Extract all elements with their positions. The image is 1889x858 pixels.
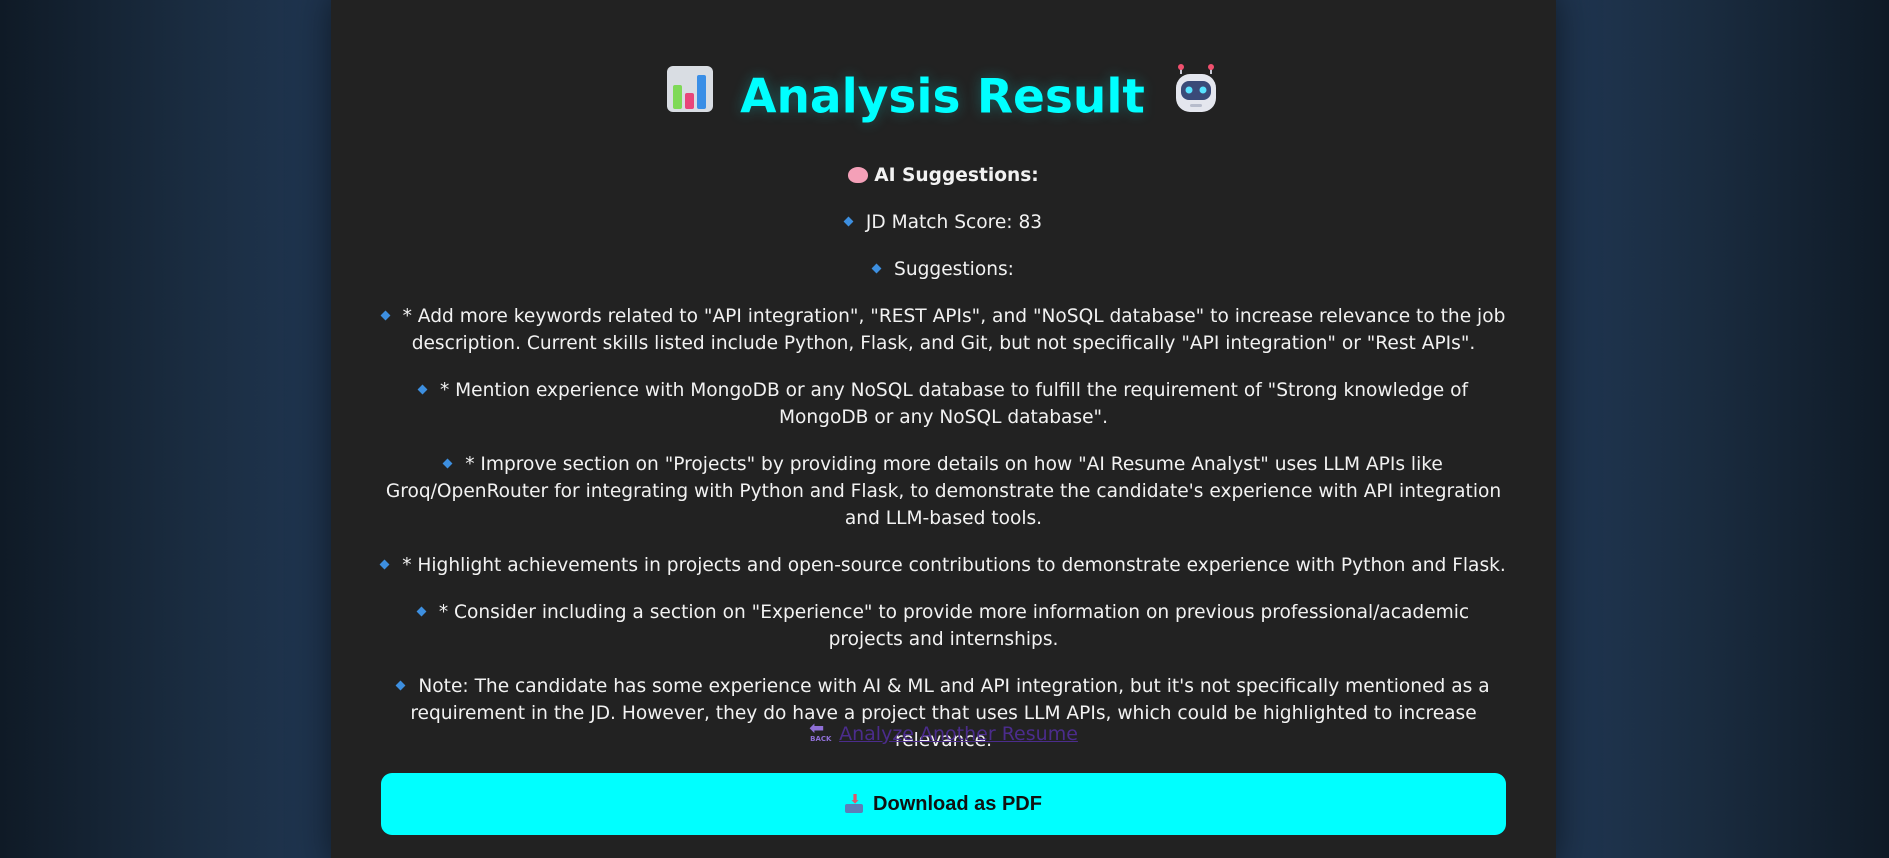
diamond-bullet-icon	[395, 680, 406, 691]
suggestion-item: Suggestions:	[380, 256, 1507, 283]
ai-suggestions-heading: AI Suggestions:	[380, 162, 1507, 189]
suggestion-text: * Add more keywords related to "API inte…	[402, 306, 1506, 354]
diamond-bullet-icon	[416, 606, 427, 617]
robot-icon	[1171, 63, 1221, 132]
analyze-another-resume-label: Analyze Another Resume	[839, 723, 1078, 745]
diamond-bullet-icon	[843, 216, 854, 227]
back-icon-label: BACK	[810, 735, 832, 743]
suggestion-item: * Consider including a section on "Exper…	[380, 599, 1507, 653]
suggestion-text: * Highlight achievements in projects and…	[402, 555, 1506, 576]
result-panel: Analysis Result AI Suggestions: JD Match…	[331, 0, 1556, 858]
suggestion-item: * Highlight achievements in projects and…	[379, 552, 1507, 579]
suggestion-text: * Consider including a section on "Exper…	[438, 602, 1470, 650]
back-arrow-icon: ⬅ BACK	[809, 718, 832, 744]
diamond-bullet-icon	[379, 559, 390, 570]
suggestion-text: Suggestions:	[894, 259, 1014, 280]
download-pdf-button[interactable]: ⬇ Download as PDF	[381, 773, 1506, 835]
page-title: Analysis Result	[331, 62, 1556, 132]
diamond-bullet-icon	[380, 310, 391, 321]
diamond-bullet-icon	[417, 384, 428, 395]
bar-chart-icon	[666, 65, 714, 131]
inbox-tray-icon: ⬇	[845, 793, 864, 813]
back-link-row: ⬅ BACK Analyze Another Resume	[331, 718, 1556, 747]
download-pdf-label: Download as PDF	[873, 792, 1042, 815]
analyze-another-resume-link[interactable]: ⬅ BACK Analyze Another Resume	[809, 718, 1078, 746]
suggestion-text: * Mention experience with MongoDB or any…	[439, 380, 1469, 428]
title-text: Analysis Result	[740, 69, 1145, 125]
suggestion-text: * Improve section on "Projects" by provi…	[385, 454, 1502, 529]
suggestions-content: AI Suggestions: JD Match Score: 83 Sugge…	[379, 162, 1507, 774]
suggestion-text: JD Match Score: 83	[865, 212, 1043, 233]
ai-suggestions-heading-text: AI Suggestions:	[874, 165, 1039, 186]
suggestion-item: * Mention experience with MongoDB or any…	[380, 377, 1507, 431]
brain-icon	[848, 167, 869, 183]
diamond-bullet-icon	[871, 263, 882, 274]
suggestion-item: * Improve section on "Projects" by provi…	[380, 451, 1507, 532]
suggestion-item: JD Match Score: 83	[380, 209, 1507, 236]
diamond-bullet-icon	[442, 458, 453, 469]
suggestion-item: * Add more keywords related to "API inte…	[380, 303, 1507, 357]
